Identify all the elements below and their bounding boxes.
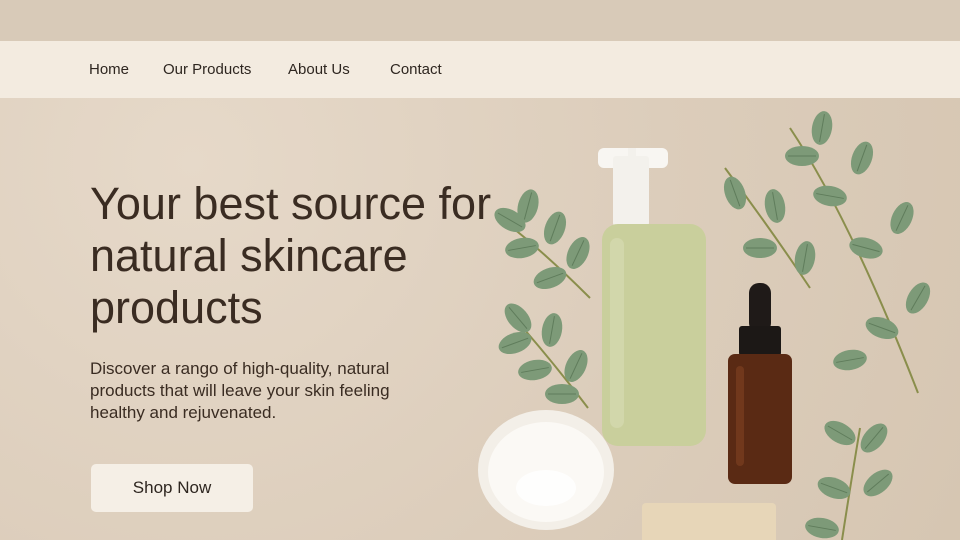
main-nav: Home Our Products About Us Contact	[0, 41, 960, 98]
nav-our-products[interactable]: Our Products	[163, 61, 251, 78]
product-illustration	[478, 109, 936, 540]
page: Home Our Products About Us Contact Your …	[0, 0, 960, 540]
hero-title: Your best source for natural skincare pr…	[90, 178, 492, 333]
nav-about-us[interactable]: About Us	[288, 61, 350, 78]
nav-home[interactable]: Home	[89, 61, 129, 78]
dropper-bottle-icon	[728, 283, 792, 484]
pump-bottle-icon	[598, 148, 706, 446]
soap-bar-icon	[642, 503, 776, 540]
shop-now-button[interactable]: Shop Now	[91, 464, 253, 512]
eucalyptus-left-icon	[489, 186, 595, 409]
top-band	[0, 0, 960, 41]
nav-contact[interactable]: Contact	[390, 61, 442, 78]
hero-description: Discover a rango of high-quality, natura…	[90, 359, 390, 422]
cream-jar-icon	[478, 410, 614, 530]
